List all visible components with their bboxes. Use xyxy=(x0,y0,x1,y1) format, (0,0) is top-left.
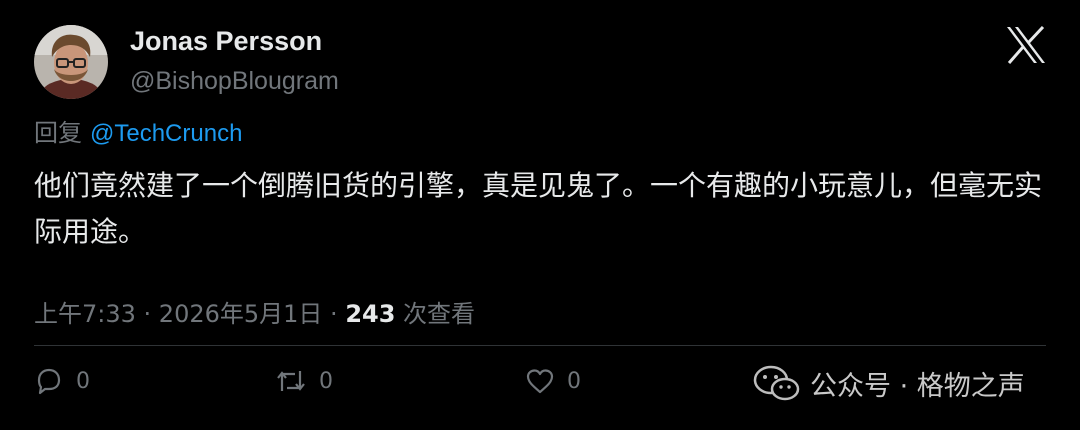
tweet-date[interactable]: 2026年5月1日 xyxy=(159,300,323,328)
repost-arrows-icon xyxy=(277,371,305,391)
like-button[interactable]: 0 xyxy=(525,364,581,398)
speech-bubble-icon xyxy=(37,368,61,395)
repost-button[interactable]: 0 xyxy=(275,364,333,398)
author-handle[interactable]: @BishopBlougram xyxy=(130,67,339,96)
x-logo-icon[interactable] xyxy=(1006,25,1046,64)
views-label: 次查看 xyxy=(395,300,476,328)
reply-context: 回复 @TechCrunch xyxy=(34,113,242,148)
divider xyxy=(34,345,1046,346)
reply-mention-link[interactable]: @TechCrunch xyxy=(90,120,242,147)
meta-separator: · xyxy=(135,300,159,328)
tweet-time[interactable]: 上午7:33 xyxy=(34,300,136,328)
reply-count: 0 xyxy=(76,368,90,394)
author-display-name[interactable]: Jonas Persson xyxy=(130,26,322,57)
wechat-icon xyxy=(753,365,800,401)
tweet-text: 他们竟然建了一个倒腾旧货的引擎，真是见鬼了。一个有趣的小玩意儿，但毫无实际用途。 xyxy=(34,169,1043,248)
like-count: 0 xyxy=(567,368,581,394)
views-count: 243 xyxy=(345,300,396,328)
repost-count: 0 xyxy=(319,368,333,394)
avatar-photo xyxy=(34,25,108,99)
tweet-meta: 上午7:33 · 2026年5月1日 · 243 次查看 xyxy=(34,294,475,329)
wechat-watermark: 公众号 · 格物之声 xyxy=(752,363,1025,403)
reply-button[interactable]: 0 xyxy=(34,364,90,398)
reply-prefix: 回复 xyxy=(34,119,82,147)
watermark-text: 公众号 · 格物之声 xyxy=(810,370,1025,402)
heart-icon xyxy=(526,369,554,394)
meta-separator: · xyxy=(322,300,346,328)
avatar[interactable] xyxy=(34,25,108,99)
